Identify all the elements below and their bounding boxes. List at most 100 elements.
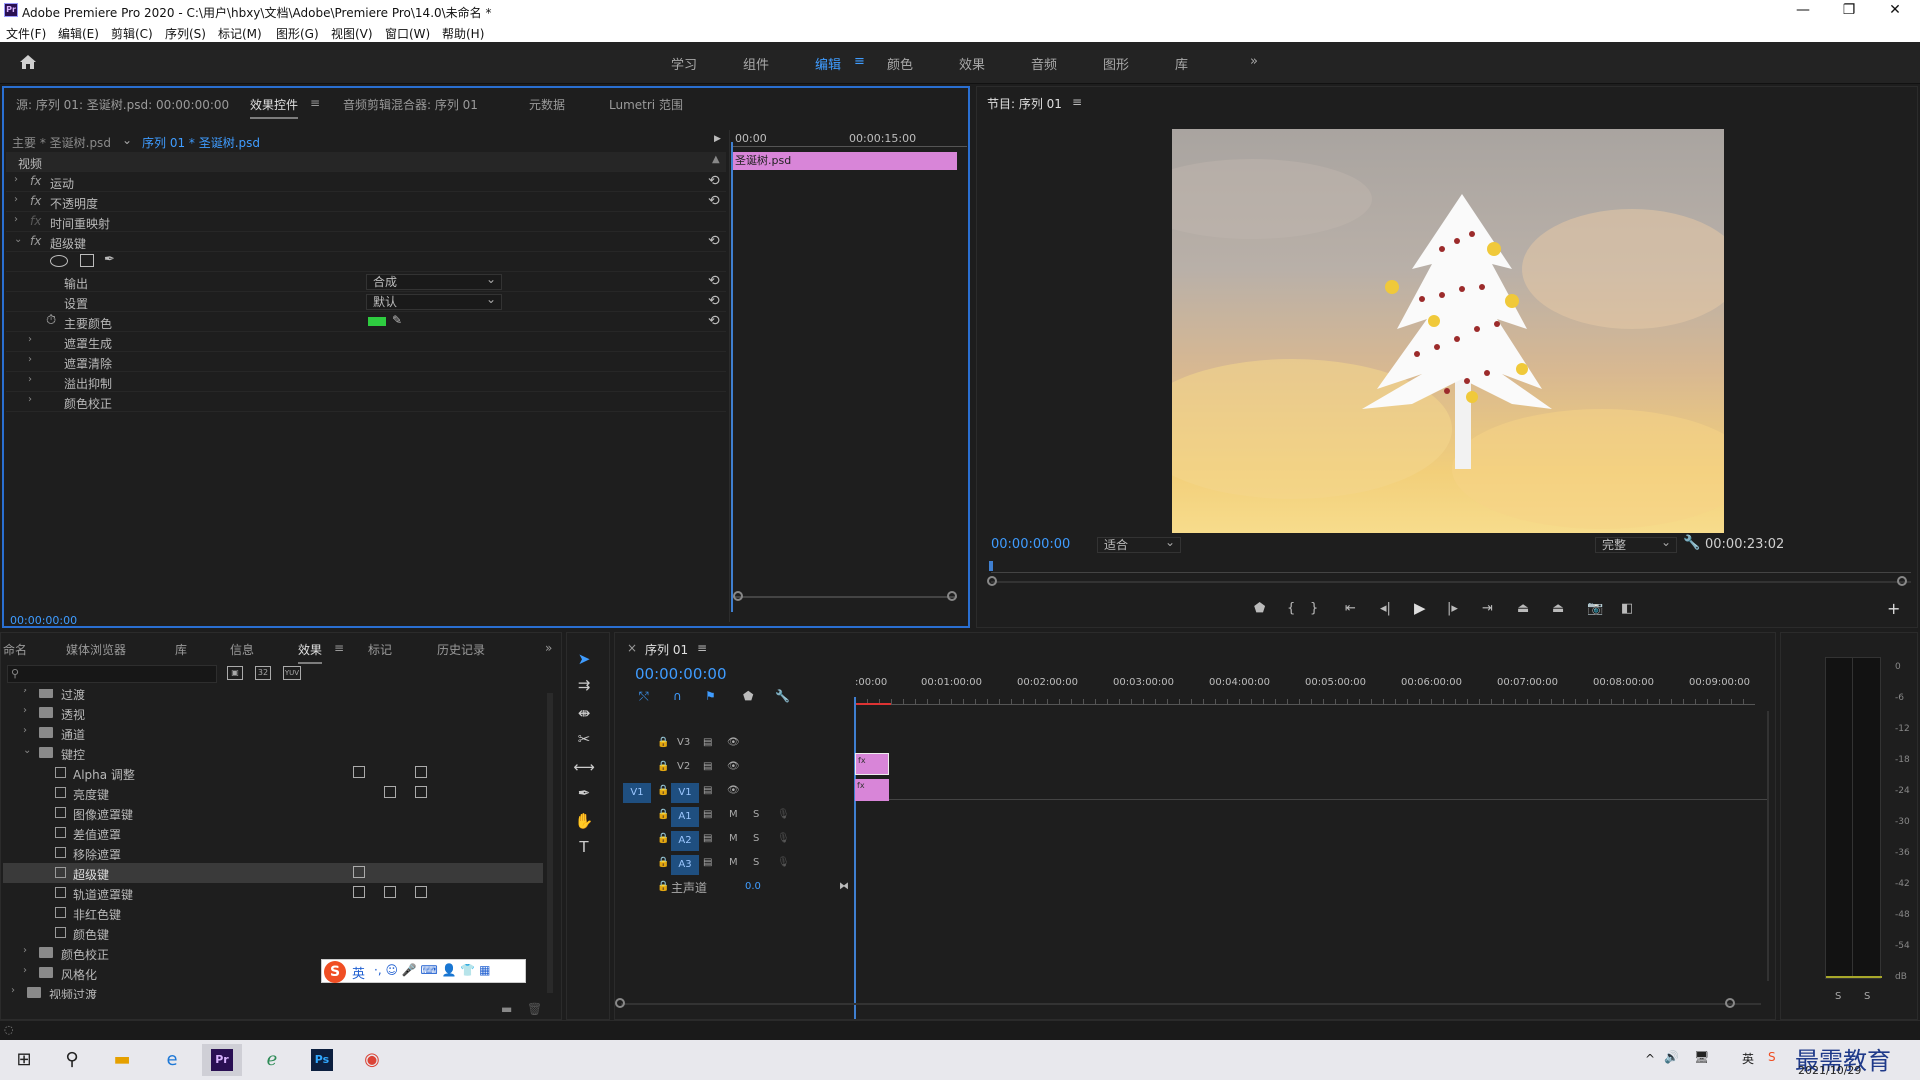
timeline-settings-icon[interactable]: 🔧 [775,689,790,703]
reset-icon[interactable]: ⟲ [708,193,720,209]
effect-opacity[interactable]: 不透明度 [50,195,98,212]
matte-generation[interactable]: 遮罩生成 [64,335,112,352]
eye-icon[interactable]: 👁 [727,761,740,772]
close-tab-icon[interactable]: × [627,641,637,655]
tab-lumetri-scopes[interactable]: Lumetri 范围 [609,96,683,113]
collapse-up-icon[interactable]: ▲ [712,154,720,165]
program-video-frame[interactable] [1172,129,1724,533]
trash-icon[interactable]: 🗑 [527,1002,542,1016]
new-bin-icon[interactable]: ▬ [501,1002,512,1016]
sequence-tab[interactable]: 序列 01 [645,641,688,658]
solo-button[interactable]: S [753,857,759,868]
output-dropdown[interactable]: 合成 [366,272,502,290]
tab-markers[interactable]: 标记 [368,641,392,658]
program-zoom-handle-right[interactable] [1897,576,1907,586]
workspace-tab-assembly[interactable]: 组件 [743,54,769,73]
lock-icon[interactable]: 🔒 [657,785,669,796]
chevron-right-icon[interactable]: › [14,174,18,185]
eyedropper-icon[interactable]: ✎ [392,313,402,327]
microphone-icon[interactable]: 🎙 [777,857,790,868]
stopwatch-icon[interactable]: ⏱ [46,313,56,328]
go-to-out-icon[interactable]: ⧓ [839,881,849,892]
tab-metadata[interactable]: 元数据 [529,96,565,113]
menu-help[interactable]: 帮助(H) [442,25,484,42]
add-button[interactable]: + [1887,599,1900,618]
track-select-tool-icon[interactable]: ⇉ [571,673,597,697]
mark-in-icon[interactable]: { [1287,601,1295,616]
chevron-right-icon[interactable]: › [11,985,15,996]
ellipse-mask-icon[interactable] [50,255,68,267]
timeline-timecode[interactable]: 00:00:00:00 [635,665,727,683]
setting-dropdown[interactable]: 默认 [366,292,502,310]
eye-icon[interactable]: 👁 [727,785,740,796]
tree-item[interactable]: 视频过渡 [49,986,97,999]
tab-info[interactable]: 信息 [230,641,254,658]
menu-file[interactable]: 文件(F) [6,25,46,42]
panel-menu-icon[interactable]: ≡ [697,641,707,655]
timeline-horizontal-scrollbar[interactable] [621,1003,1761,1005]
menu-view[interactable]: 视图(V) [331,25,373,42]
lift-icon[interactable]: ⏏ [1517,601,1529,616]
tab-effect-controls[interactable]: 效果控件 [250,96,299,119]
chevron-right-icon[interactable]: › [23,689,27,696]
tab-effects[interactable]: 效果 [298,641,323,664]
play-only-clip-icon[interactable]: ▶ [714,134,721,144]
workspace-tab-audio[interactable]: 音频 [1031,54,1057,73]
microphone-icon[interactable]: 🎙 [777,833,790,844]
mark-out-icon[interactable]: } [1310,601,1318,616]
workspace-menu-icon[interactable]: ≡ [854,54,865,69]
accelerated-effects-filter-icon[interactable]: ▣ [227,666,243,680]
go-to-out-icon[interactable]: ⇥ [1482,601,1493,616]
master-clip-label[interactable]: 主要 * 圣诞树.psd [12,134,111,151]
program-playhead[interactable] [989,561,993,571]
panel-overflow-button[interactable]: » [545,641,552,655]
slip-tool-icon[interactable]: ⟷ [571,755,597,779]
tab-libraries[interactable]: 库 [175,641,187,658]
wrench-icon[interactable]: 🔧 [1683,535,1700,551]
fx-badge-icon[interactable]: fx [30,194,41,208]
chevron-down-icon[interactable]: ⌄ [14,234,22,245]
menu-marker[interactable]: 标记(M) [218,25,262,42]
mini-zoom-handle-right[interactable] [947,591,957,601]
quality-dropdown[interactable]: 完整 [1595,535,1677,553]
workspace-tab-effects[interactable]: 效果 [959,54,985,73]
fx-badge-icon[interactable]: fx [30,174,41,188]
tree-item[interactable]: 透视 [61,706,85,723]
mini-scrollbar[interactable] [733,596,957,598]
effect-motion[interactable]: 运动 [50,175,74,192]
program-timecode[interactable]: 00:00:00:00 [991,537,1070,552]
chevron-right-icon[interactable]: › [23,945,27,956]
network-icon[interactable]: 🖥 [1694,1050,1709,1064]
chevron-right-icon[interactable]: › [23,705,27,716]
menu-sequence[interactable]: 序列(S) [165,25,206,42]
mute-button[interactable]: M [729,809,738,820]
sogou-tray-icon[interactable]: S [1768,1050,1776,1064]
step-forward-icon[interactable]: |▸ [1447,601,1458,616]
tree-item[interactable]: 移除遮罩 [73,846,121,863]
razor-tool-icon[interactable]: ✂ [571,727,597,751]
linked-selection-icon[interactable]: ∩ [673,689,682,703]
ime-tray-icon[interactable]: 英 [1742,1050,1754,1067]
edge-icon[interactable]: e [152,1044,192,1076]
reset-icon[interactable]: ⟲ [708,313,720,329]
32bit-effects-filter-icon[interactable]: 32 [255,666,271,680]
explorer-icon[interactable]: ▬ [102,1044,142,1076]
track-name[interactable]: A1 [671,807,699,827]
tree-item[interactable]: Alpha 调整 [73,766,135,783]
workspace-more-button[interactable]: » [1250,54,1258,69]
extract-icon[interactable]: ⏏ [1552,601,1564,616]
tree-item[interactable]: 差值遮罩 [73,826,121,843]
lock-icon[interactable]: 🔒 [657,737,669,748]
step-back-icon[interactable]: ◂| [1380,601,1391,616]
tree-item[interactable]: 过渡 [61,689,85,703]
export-frame-icon[interactable]: 📷 [1587,601,1603,616]
lock-icon[interactable]: 🔒 [657,809,669,820]
ime-tool-icons[interactable]: ·, ☺ 🎤 ⌨ 👤 👕 ▦ [374,963,491,977]
sync-lock-icon[interactable]: ▤ [703,737,712,748]
chevron-right-icon[interactable]: › [14,214,18,225]
chevron-right-icon[interactable]: › [28,394,32,405]
pen-tool-icon[interactable]: ✒ [571,781,597,805]
solo-button[interactable]: S [753,833,759,844]
workspace-tab-libraries[interactable]: 库 [1175,54,1188,73]
workspace-tab-color[interactable]: 颜色 [887,54,913,73]
